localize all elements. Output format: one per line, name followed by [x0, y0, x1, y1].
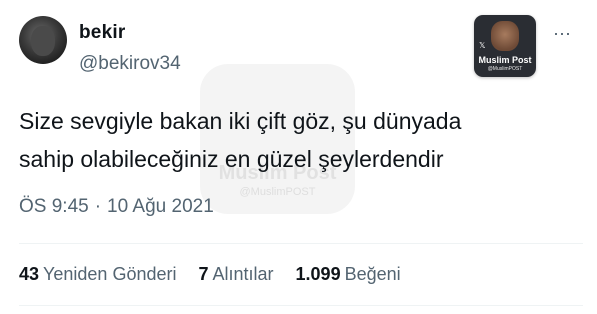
- retweets-label: Yeniden Gönderi: [43, 264, 177, 284]
- source-badge-name: Muslim Post: [478, 55, 532, 65]
- quotes-count: 7: [198, 264, 209, 284]
- retweets-count: 43: [19, 264, 40, 284]
- author-display-name[interactable]: bekir: [79, 22, 125, 44]
- avatar[interactable]: [19, 16, 67, 64]
- divider: [19, 305, 583, 306]
- quotes-stat[interactable]: 7 Alıntılar: [198, 264, 273, 284]
- tweet-text-line: Size sevgiyle bakan iki çift göz, şu dün…: [19, 108, 462, 134]
- quotes-label: Alıntılar: [212, 264, 274, 284]
- more-options-icon[interactable]: ⋯: [553, 24, 572, 45]
- retweets-stat[interactable]: 43 Yeniden Gönderi: [19, 264, 176, 284]
- tweet-text: Size sevgiyle bakan iki çift göz, şu dün…: [19, 102, 539, 178]
- avatar-face: [31, 26, 55, 56]
- tweet-text-line: sahip olabileceğiniz en güzel şeylerdend…: [19, 146, 444, 172]
- source-badge-handle: @MuslimPOST: [487, 66, 523, 72]
- likes-label: Beğeni: [344, 264, 401, 284]
- likes-count: 1.099: [295, 264, 341, 284]
- x-logo-icon: 𝕏: [479, 41, 486, 50]
- source-badge-photo: [491, 21, 519, 51]
- divider: [19, 243, 583, 244]
- watermark-handle: @MuslimPOST: [239, 186, 316, 198]
- tweet-date: 10 Ağu 2021: [107, 196, 214, 217]
- likes-stat[interactable]: 1.099 Beğeni: [296, 264, 401, 284]
- source-badge: 𝕏 Muslim Post @MuslimPOST: [474, 15, 536, 77]
- tweet-time: ÖS 9:45: [19, 196, 89, 217]
- engagement-stats: 43 Yeniden Gönderi 7 Alıntılar 1.099 Beğeni: [19, 264, 423, 285]
- author-handle[interactable]: @bekirov34: [79, 53, 181, 75]
- tweet-timestamp[interactable]: ÖS 9:45 · 10 Ağu 2021: [19, 196, 214, 218]
- meta-separator: ·: [94, 196, 102, 217]
